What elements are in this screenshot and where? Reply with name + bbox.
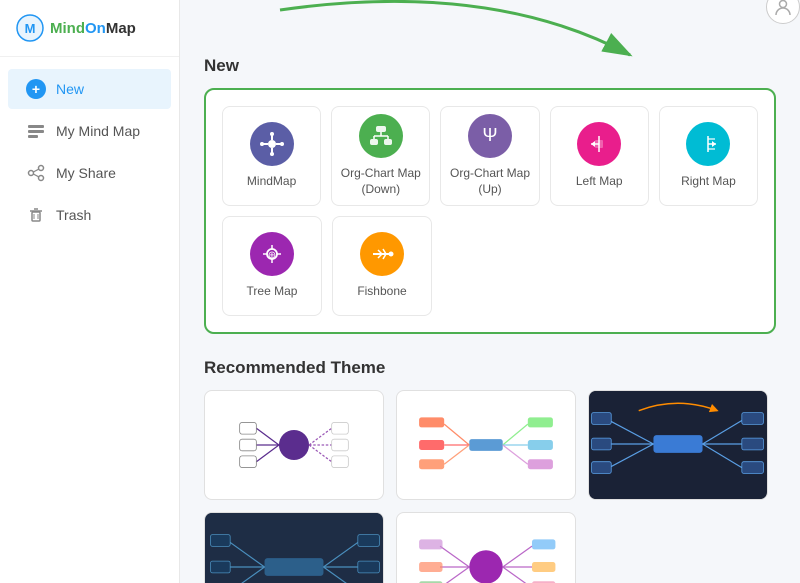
theme-preview-4 (205, 513, 383, 583)
share-icon (26, 163, 46, 183)
map-item-org-up[interactable]: Ψ Org-Chart Map (Up) (440, 106, 539, 206)
left-map-label: Left Map (576, 174, 623, 190)
main-content: New (180, 0, 800, 583)
org-up-label: Org-Chart Map (Up) (441, 166, 538, 197)
recommended-theme-section: Recommended Theme (204, 358, 776, 583)
new-section-title: New (204, 56, 776, 76)
org-down-label: Org-Chart Map(Down) (341, 166, 421, 197)
fishbone-label: Fishbone (357, 284, 406, 300)
logo-area: M MindOnMap (0, 0, 179, 57)
sidebar-item-trash[interactable]: Trash (8, 195, 171, 235)
svg-text:⊕: ⊕ (268, 250, 276, 261)
trash-icon (26, 205, 46, 225)
theme-card-4[interactable] (204, 512, 384, 583)
theme-card-1[interactable] (204, 390, 384, 500)
new-section-box: MindMap Or (204, 88, 776, 334)
sidebar-item-share-label: My Share (56, 165, 116, 181)
sidebar-item-trash-label: Trash (56, 207, 91, 223)
theme-preview-5 (405, 521, 567, 583)
map-item-left-map[interactable]: Left Map (550, 106, 649, 206)
sidebar-item-new[interactable]: + New (8, 69, 171, 109)
theme-preview-2 (405, 399, 567, 491)
right-map-label: Right Map (681, 174, 736, 190)
theme-card-5[interactable] (396, 512, 576, 583)
new-icon: + (26, 79, 46, 99)
sidebar-item-new-label: New (56, 81, 84, 97)
theme-card-3[interactable] (588, 390, 768, 500)
recommended-title: Recommended Theme (204, 358, 776, 378)
user-icon (774, 0, 792, 16)
left-map-icon (577, 122, 621, 166)
tree-map-icon: ⊕ (250, 232, 294, 276)
user-avatar[interactable] (766, 0, 800, 24)
theme-preview-3 (589, 391, 767, 499)
svg-text:M: M (25, 21, 36, 36)
right-map-icon (686, 122, 730, 166)
map-item-org-down[interactable]: Org-Chart Map(Down) (331, 106, 430, 206)
mindmap-icon (250, 122, 294, 166)
org-down-icon (359, 114, 403, 158)
logo-icon: M (16, 14, 44, 42)
svg-text:Ψ: Ψ (482, 125, 497, 145)
map-item-fishbone[interactable]: Fishbone (332, 216, 432, 316)
fishbone-icon (360, 232, 404, 276)
map-item-tree-map[interactable]: ⊕ Tree Map (222, 216, 322, 316)
theme-preview-1 (213, 399, 375, 491)
sidebar-item-my-mind-map[interactable]: My Mind Map (8, 111, 171, 151)
org-up-icon: Ψ (468, 114, 512, 158)
tree-map-label: Tree Map (247, 284, 298, 300)
map-item-mindmap[interactable]: MindMap (222, 106, 321, 206)
mindmap-label: MindMap (247, 174, 296, 190)
theme-grid (204, 390, 776, 583)
sidebar: M MindOnMap + New My Mind Map My Share (0, 0, 180, 583)
new-section: New (204, 56, 776, 334)
mind-map-icon (26, 121, 46, 141)
theme-card-2[interactable] (396, 390, 576, 500)
map-item-right-map[interactable]: Right Map (659, 106, 758, 206)
logo-text: MindOnMap (50, 20, 136, 37)
nav: + New My Mind Map My Share Trash (0, 57, 179, 247)
sidebar-item-mind-map-label: My Mind Map (56, 123, 140, 139)
sidebar-item-my-share[interactable]: My Share (8, 153, 171, 193)
